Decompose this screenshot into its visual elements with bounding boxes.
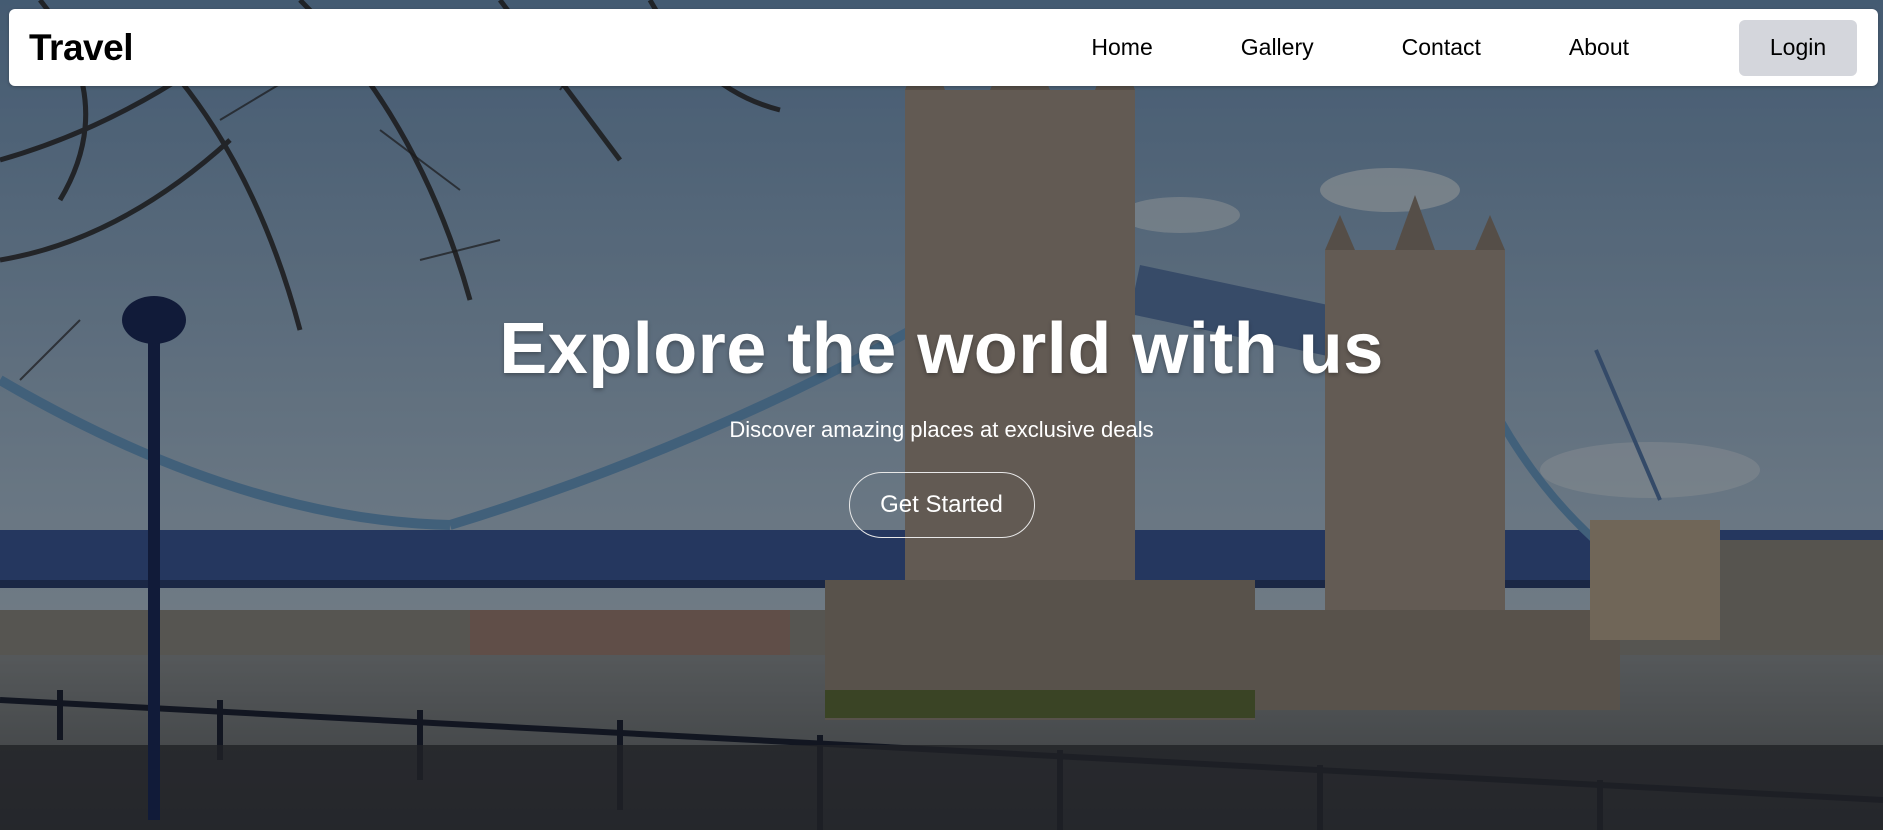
hero-content: Explore the world with us Discover amazi… [0,300,1883,538]
nav-link-home[interactable]: Home [1091,34,1152,61]
nav-link-gallery[interactable]: Gallery [1241,34,1314,61]
nav-link-about[interactable]: About [1569,34,1629,61]
nav-links: Home Gallery Contact About [1091,34,1629,61]
brand-logo[interactable]: Travel [29,27,133,69]
get-started-button[interactable]: Get Started [848,472,1035,538]
login-button[interactable]: Login [1739,19,1857,76]
top-navbar: Travel Home Gallery Contact About Login [9,9,1878,86]
hero-title: Explore the world with us [499,309,1384,389]
nav-link-contact[interactable]: Contact [1402,34,1481,61]
hero-subtitle: Discover amazing places at exclusive dea… [729,417,1154,442]
